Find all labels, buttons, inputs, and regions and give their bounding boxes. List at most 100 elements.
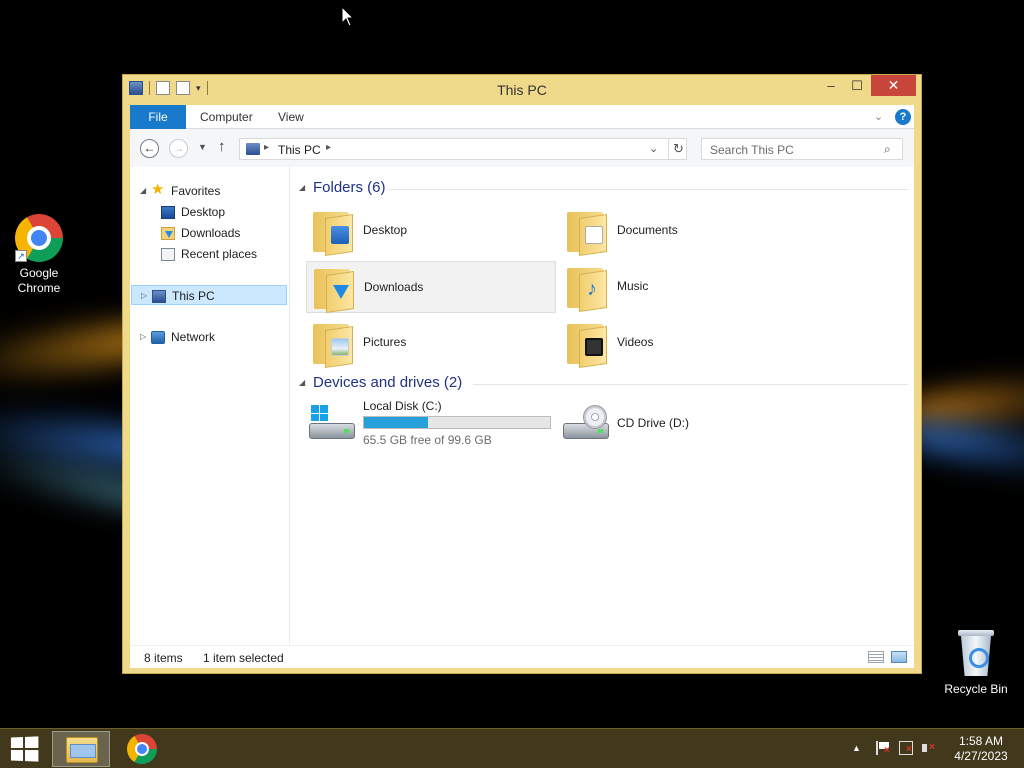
nav-item-network[interactable]: ▷ Network [132, 327, 282, 347]
nav-item-desktop[interactable]: Desktop [160, 202, 280, 222]
search-input[interactable]: Search This PC ⌕ [701, 138, 903, 160]
folder-tile-pictures[interactable]: Pictures [306, 317, 556, 369]
drive-usage-bar [363, 416, 551, 429]
nav-item-downloads[interactable]: Downloads [160, 223, 280, 243]
folder-tile-music[interactable]: Music [560, 261, 810, 313]
show-hidden-icons-chevron-icon[interactable]: ▲ [852, 743, 861, 753]
breadcrumb-chevron-icon[interactable]: ▸ [264, 142, 269, 153]
desktop-icon-label: Chrome [17, 281, 61, 295]
content-pane: ◢ Folders (6) Desktop Documents Download… [298, 167, 914, 645]
search-icon: ⌕ [884, 142, 891, 156]
clock-date: 4/27/2023 [954, 749, 1008, 763]
downloads-icon [161, 227, 175, 240]
help-icon[interactable]: ? [895, 109, 911, 125]
folder-name: Downloads [364, 280, 424, 294]
documents-folder-icon [565, 208, 607, 256]
folder-tile-desktop[interactable]: Desktop [306, 205, 556, 257]
address-bar[interactable]: ▸ This PC ▸ ⌄ ↻ [239, 138, 687, 160]
forward-button[interactable]: → [169, 139, 188, 158]
title-bar[interactable]: ▾ This PC – ☐ ✕ [123, 75, 921, 105]
minimize-button[interactable]: – [817, 75, 845, 96]
collapse-triangle-icon[interactable]: ◢ [140, 181, 146, 201]
desktop-icon [161, 206, 175, 219]
folder-tile-videos[interactable]: Videos [560, 317, 810, 369]
hard-drive-icon [309, 405, 355, 443]
back-button[interactable]: ← [140, 139, 159, 158]
status-selection: 1 item selected [203, 651, 284, 665]
folder-name: Documents [617, 223, 678, 237]
folder-tile-documents[interactable]: Documents [560, 205, 810, 257]
breadcrumb-chevron-icon[interactable]: ▸ [326, 142, 331, 153]
desktop-icon-label: Google [19, 266, 59, 280]
pictures-folder-icon [311, 320, 353, 368]
folder-name: Videos [617, 335, 654, 349]
this-pc-icon [246, 143, 260, 155]
folder-tile-downloads[interactable]: Downloads [306, 261, 556, 313]
chrome-icon: ↗ [15, 214, 63, 262]
navigation-bar: ← → ▼ ↑ ▸ This PC ▸ ⌄ ↻ Search This PC ⌕ [130, 129, 914, 167]
windows-logo-icon [311, 405, 328, 421]
start-button[interactable] [10, 736, 39, 762]
star-icon: ★ [151, 181, 165, 198]
shortcut-arrow-icon: ↗ [15, 250, 27, 262]
nav-item-label: Downloads [181, 226, 241, 240]
nav-item-label: Recent places [181, 247, 258, 261]
expand-triangle-icon[interactable]: ▷ [140, 327, 146, 347]
action-center-flag-icon[interactable] [876, 741, 890, 756]
this-pc-icon [152, 290, 166, 303]
group-header-label: Folders (6) [313, 179, 386, 196]
tab-computer[interactable]: Computer [188, 105, 265, 129]
taskbar: ▲ 1:58 AM 4/27/2023 [0, 728, 1024, 768]
group-header-devices[interactable]: ◢ Devices and drives (2) [298, 374, 908, 394]
desktop-folder-icon [311, 208, 353, 256]
desktop-icon-google-chrome[interactable]: ↗ Google Chrome [8, 214, 70, 296]
status-item-count: 8 items [144, 651, 183, 665]
tab-file[interactable]: File [130, 105, 186, 129]
collapse-triangle-icon[interactable]: ◢ [299, 183, 305, 192]
nav-item-favorites[interactable]: ◢ ★ Favorites [138, 181, 278, 201]
collapse-triangle-icon[interactable]: ◢ [299, 378, 305, 387]
desktop-icon-recycle-bin[interactable]: Recycle Bin [940, 630, 1012, 697]
folder-name: Pictures [363, 335, 407, 349]
refresh-button[interactable]: ↻ [668, 139, 688, 159]
drive-name: Local Disk (C:) [363, 399, 442, 413]
nav-item-label: This PC [172, 289, 215, 303]
drive-free-space: 65.5 GB free of 99.6 GB [363, 433, 492, 447]
maximize-button[interactable]: ☐ [843, 75, 871, 96]
drive-tile-local-disk[interactable]: Local Disk (C:) 65.5 GB free of 99.6 GB [306, 399, 556, 451]
recent-locations-chevron-icon[interactable]: ▼ [198, 142, 207, 152]
group-header-folders[interactable]: ◢ Folders (6) [298, 179, 908, 199]
clock-time: 1:58 AM [958, 734, 1004, 748]
expand-ribbon-chevron-icon[interactable]: ⌄ [874, 110, 883, 123]
nav-item-recent-places[interactable]: Recent places [160, 244, 280, 264]
details-view-icon[interactable] [868, 651, 884, 663]
window-title: This PC [497, 82, 547, 98]
network-icon [151, 331, 165, 344]
breadcrumb-this-pc[interactable]: This PC [278, 143, 321, 157]
large-icons-view-icon[interactable] [891, 651, 907, 663]
close-button[interactable]: ✕ [871, 75, 916, 96]
search-placeholder: Search This PC [710, 143, 794, 157]
up-button[interactable]: ↑ [218, 138, 226, 155]
expand-triangle-icon[interactable]: ▷ [141, 286, 147, 306]
taskbar-file-explorer[interactable] [52, 731, 110, 767]
folder-name: Desktop [363, 223, 408, 237]
volume-muted-icon[interactable] [922, 741, 936, 755]
clock[interactable]: 1:58 AM 4/27/2023 [950, 734, 1012, 764]
navigation-pane: ◢ ★ Favorites Desktop Downloads Recent p… [130, 167, 290, 645]
status-bar: 8 items 1 item selected [130, 645, 914, 668]
nav-item-label: Favorites [171, 184, 221, 198]
tab-view[interactable]: View [266, 105, 316, 129]
address-history-chevron-icon[interactable]: ⌄ [649, 142, 658, 155]
mouse-cursor-icon [341, 6, 355, 27]
drive-name: CD Drive (D:) [617, 416, 689, 430]
cd-drive-icon [563, 405, 609, 443]
network-status-icon[interactable] [899, 741, 913, 755]
nav-item-this-pc[interactable]: ▷ This PC [131, 285, 287, 305]
explorer-window[interactable]: ▾ This PC – ☐ ✕ File Computer View ⌄ ? ←… [122, 74, 922, 674]
drive-usage-fill [364, 417, 428, 428]
taskbar-google-chrome[interactable] [114, 731, 172, 767]
chrome-icon [127, 734, 157, 764]
file-explorer-icon [66, 737, 98, 763]
drive-tile-cd-drive[interactable]: CD Drive (D:) [560, 399, 810, 451]
